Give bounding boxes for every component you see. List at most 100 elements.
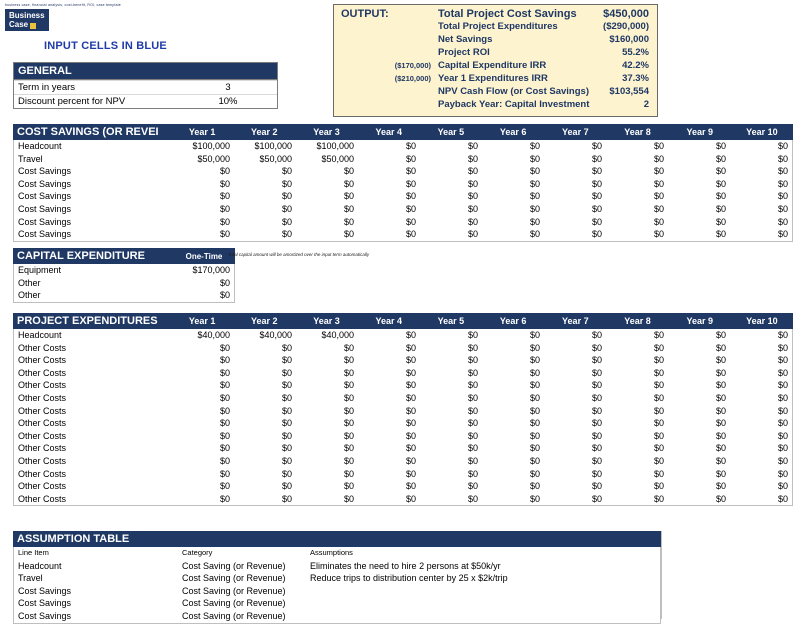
cell-value[interactable]: $0 bbox=[730, 417, 792, 430]
cell-value[interactable]: $0 bbox=[234, 228, 296, 241]
cell-value[interactable]: $0 bbox=[606, 417, 668, 430]
cell-value[interactable]: $0 bbox=[234, 342, 296, 355]
cell-value[interactable]: $0 bbox=[482, 493, 544, 506]
assumption-text[interactable] bbox=[306, 597, 661, 610]
cell-value[interactable]: $0 bbox=[358, 228, 420, 241]
cell-value[interactable]: $0 bbox=[420, 228, 482, 241]
cell-value[interactable]: $0 bbox=[358, 493, 420, 506]
cell-value[interactable]: $0 bbox=[172, 165, 234, 178]
capex-value-0[interactable]: $170,000 bbox=[164, 264, 235, 277]
cell-value[interactable]: $0 bbox=[358, 455, 420, 468]
cell-value[interactable]: $0 bbox=[668, 367, 730, 380]
cell-value[interactable]: $0 bbox=[358, 405, 420, 418]
cell-value[interactable]: $0 bbox=[482, 379, 544, 392]
cell-value[interactable]: $0 bbox=[606, 392, 668, 405]
cell-value[interactable]: $0 bbox=[606, 140, 668, 153]
cell-value[interactable]: $0 bbox=[296, 165, 358, 178]
cell-value[interactable]: $0 bbox=[544, 493, 606, 506]
cell-value[interactable]: $0 bbox=[420, 342, 482, 355]
cell-value[interactable]: $0 bbox=[172, 405, 234, 418]
cell-value[interactable]: $0 bbox=[544, 468, 606, 481]
cell-value[interactable]: $0 bbox=[606, 178, 668, 191]
cell-value[interactable]: $0 bbox=[606, 442, 668, 455]
cell-value[interactable]: $0 bbox=[358, 392, 420, 405]
cell-value[interactable]: $0 bbox=[172, 430, 234, 443]
cell-value[interactable]: $0 bbox=[172, 417, 234, 430]
cell-value[interactable]: $0 bbox=[544, 178, 606, 191]
cell-value[interactable]: $0 bbox=[296, 216, 358, 229]
cell-value[interactable]: $0 bbox=[296, 367, 358, 380]
cell-value[interactable]: $0 bbox=[482, 455, 544, 468]
cell-value[interactable]: $0 bbox=[234, 417, 296, 430]
cell-value[interactable]: $0 bbox=[420, 442, 482, 455]
cell-value[interactable]: $0 bbox=[482, 216, 544, 229]
cell-value[interactable]: $0 bbox=[668, 153, 730, 166]
cell-value[interactable]: $0 bbox=[234, 493, 296, 506]
cell-value[interactable]: $0 bbox=[358, 178, 420, 191]
cell-value[interactable]: $0 bbox=[668, 329, 730, 342]
cell-value[interactable]: $0 bbox=[606, 216, 668, 229]
cell-value[interactable]: $0 bbox=[420, 203, 482, 216]
cell-value[interactable]: $0 bbox=[296, 430, 358, 443]
cell-value[interactable]: $0 bbox=[420, 430, 482, 443]
cell-value[interactable]: $0 bbox=[358, 354, 420, 367]
cell-value[interactable]: $0 bbox=[544, 430, 606, 443]
cell-value[interactable]: $0 bbox=[482, 367, 544, 380]
cell-value[interactable]: $100,000 bbox=[296, 140, 358, 153]
cell-value[interactable]: $0 bbox=[420, 178, 482, 191]
cell-value[interactable]: $0 bbox=[172, 342, 234, 355]
cell-value[interactable]: $0 bbox=[606, 342, 668, 355]
cell-value[interactable]: $0 bbox=[482, 442, 544, 455]
cell-value[interactable]: $0 bbox=[420, 153, 482, 166]
cell-value[interactable]: $0 bbox=[358, 190, 420, 203]
cell-value[interactable]: $0 bbox=[606, 405, 668, 418]
cell-value[interactable]: $0 bbox=[358, 342, 420, 355]
cell-value[interactable]: $0 bbox=[296, 442, 358, 455]
cell-value[interactable]: $0 bbox=[234, 203, 296, 216]
cell-value[interactable]: $0 bbox=[482, 140, 544, 153]
cell-value[interactable]: $0 bbox=[606, 493, 668, 506]
cell-value[interactable]: $0 bbox=[730, 203, 792, 216]
cell-value[interactable]: $0 bbox=[482, 417, 544, 430]
cell-value[interactable]: $0 bbox=[358, 379, 420, 392]
cell-value[interactable]: $0 bbox=[234, 178, 296, 191]
cell-value[interactable]: $0 bbox=[358, 430, 420, 443]
cell-value[interactable]: $0 bbox=[296, 379, 358, 392]
cell-value[interactable]: $100,000 bbox=[172, 140, 234, 153]
cell-value[interactable]: $0 bbox=[358, 367, 420, 380]
cell-value[interactable]: $0 bbox=[668, 392, 730, 405]
cell-value[interactable]: $0 bbox=[730, 392, 792, 405]
cell-value[interactable]: $0 bbox=[234, 405, 296, 418]
cell-value[interactable]: $0 bbox=[172, 367, 234, 380]
cell-value[interactable]: $0 bbox=[668, 480, 730, 493]
cell-value[interactable]: $0 bbox=[358, 153, 420, 166]
cell-value[interactable]: $0 bbox=[668, 442, 730, 455]
cell-value[interactable]: $0 bbox=[358, 417, 420, 430]
cell-value[interactable]: $0 bbox=[668, 228, 730, 241]
cell-value[interactable]: $0 bbox=[420, 354, 482, 367]
cell-value[interactable]: $0 bbox=[606, 455, 668, 468]
cell-value[interactable]: $0 bbox=[730, 405, 792, 418]
cell-value[interactable]: $0 bbox=[172, 354, 234, 367]
cell-value[interactable]: $50,000 bbox=[296, 153, 358, 166]
cell-value[interactable]: $0 bbox=[296, 405, 358, 418]
cell-value[interactable]: $0 bbox=[730, 367, 792, 380]
cell-value[interactable]: $0 bbox=[296, 480, 358, 493]
cell-value[interactable]: $0 bbox=[668, 178, 730, 191]
cell-value[interactable]: $0 bbox=[668, 342, 730, 355]
cell-value[interactable]: $0 bbox=[730, 178, 792, 191]
cell-value[interactable]: $0 bbox=[606, 329, 668, 342]
cell-value[interactable]: $0 bbox=[482, 480, 544, 493]
cell-value[interactable]: $0 bbox=[234, 442, 296, 455]
cell-value[interactable]: $0 bbox=[172, 392, 234, 405]
cell-value[interactable]: $0 bbox=[482, 430, 544, 443]
cell-value[interactable]: $0 bbox=[420, 480, 482, 493]
cell-value[interactable]: $0 bbox=[296, 190, 358, 203]
cell-value[interactable]: $0 bbox=[420, 392, 482, 405]
cell-value[interactable]: $0 bbox=[296, 354, 358, 367]
cell-value[interactable]: $0 bbox=[730, 140, 792, 153]
cell-value[interactable]: $0 bbox=[296, 392, 358, 405]
cell-value[interactable]: $0 bbox=[668, 190, 730, 203]
cell-value[interactable]: $0 bbox=[544, 405, 606, 418]
cell-value[interactable]: $0 bbox=[730, 165, 792, 178]
